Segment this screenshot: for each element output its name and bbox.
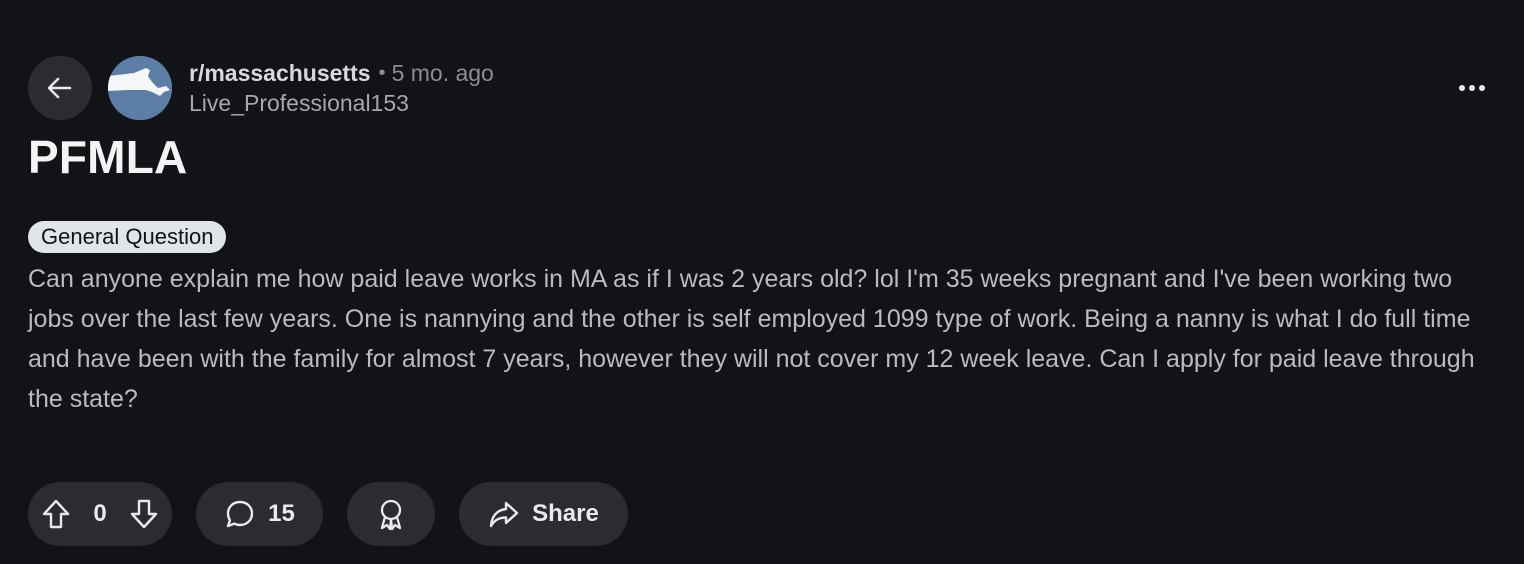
speech-bubble-icon	[224, 498, 256, 530]
arrow-down-icon	[129, 498, 159, 530]
ellipsis-icon	[1458, 84, 1486, 92]
arrow-up-icon	[41, 498, 71, 530]
post-title: PFMLA	[28, 131, 188, 183]
vote-score: 0	[93, 500, 107, 527]
post-page: r/massachusetts • 5 mo. ago Live_Profess…	[0, 0, 1524, 564]
share-arrow-icon	[488, 499, 520, 529]
share-label: Share	[532, 500, 599, 527]
comments-button[interactable]: 15	[196, 482, 323, 546]
back-button[interactable]	[28, 56, 92, 120]
downvote-button[interactable]	[116, 482, 172, 546]
subreddit-avatar[interactable]	[108, 56, 172, 120]
award-ribbon-icon	[375, 497, 407, 531]
vote-bar: 0	[28, 482, 172, 546]
post-flair[interactable]: General Question	[28, 221, 227, 253]
post-time: 5 mo. ago	[391, 59, 494, 86]
comment-count: 15	[268, 500, 295, 527]
more-options-button[interactable]	[1442, 58, 1502, 118]
upvote-button[interactable]	[28, 482, 84, 546]
award-button[interactable]	[347, 482, 435, 546]
subreddit-name[interactable]: r/massachusetts	[189, 60, 371, 87]
massachusetts-map-icon	[108, 56, 172, 120]
meta-separator: •	[378, 61, 386, 84]
post-meta: r/massachusetts • 5 mo. ago Live_Profess…	[189, 58, 494, 117]
share-button[interactable]: Share	[459, 482, 628, 546]
arrow-left-icon	[44, 72, 76, 104]
post-author[interactable]: Live_Professional153	[189, 90, 494, 117]
post-body: Can anyone explain me how paid leave wor…	[28, 265, 1475, 413]
